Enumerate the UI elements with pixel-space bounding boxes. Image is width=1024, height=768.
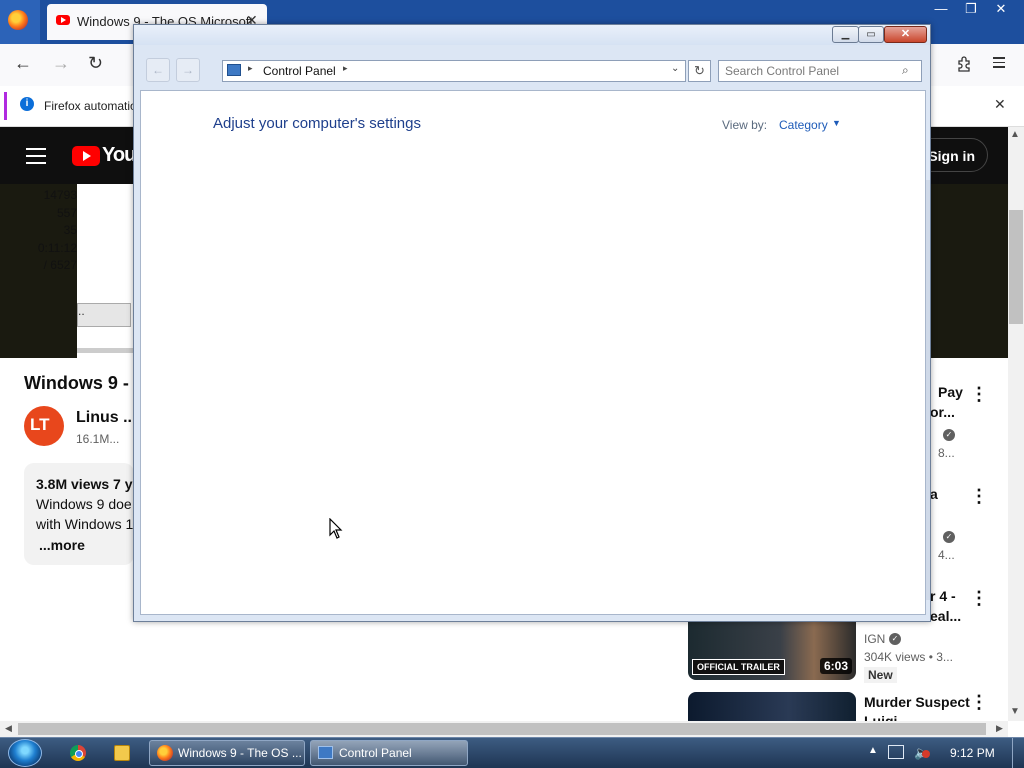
rec-title[interactable]: eal... <box>930 608 961 624</box>
muted-indicator-icon <box>922 750 930 758</box>
back-arrow-icon: ← <box>152 63 164 77</box>
video-title: Windows 9 - <box>24 373 129 393</box>
show-desktop-button[interactable] <box>1012 738 1024 768</box>
description-text: with Windows 1 <box>36 516 134 532</box>
back-icon[interactable]: ← <box>14 53 32 74</box>
stat-value: / 6527 <box>43 258 77 272</box>
horizontal-scrollbar-thumb[interactable] <box>18 723 986 735</box>
window-edge-shadow <box>926 180 930 600</box>
rec-channel[interactable]: IGN <box>864 632 885 646</box>
stats-for-nerds-panel <box>77 184 133 358</box>
page-title: Adjust your computer's settings <box>213 115 421 132</box>
network-icon[interactable] <box>888 745 904 759</box>
rec-title[interactable]: a <box>930 486 938 502</box>
firefox-icon <box>157 745 173 761</box>
file-explorer-icon[interactable] <box>114 745 130 761</box>
browser-maximize-button[interactable]: ❐ <box>956 0 986 18</box>
rec-meta: 8... <box>938 446 955 460</box>
search-icon[interactable]: ⌕ <box>902 63 909 78</box>
stat-value: 557 <box>56 206 77 220</box>
more-options-icon[interactable]: ⋮ <box>970 692 988 713</box>
channel-name[interactable]: Linus ... <box>76 409 136 427</box>
forward-button[interactable]: → <box>176 58 200 82</box>
reload-icon[interactable]: ↻ <box>88 53 103 74</box>
description-more-link[interactable]: ...more <box>39 537 85 553</box>
description-text: Windows 9 doe <box>36 496 132 512</box>
channel-avatar[interactable] <box>24 406 64 446</box>
channel-subscribers: 16.1M... <box>76 432 120 446</box>
notification-close-icon[interactable]: ✕ <box>994 96 1006 113</box>
notification-accent <box>4 92 7 120</box>
start-button[interactable] <box>8 739 42 767</box>
more-options-icon[interactable]: ⋮ <box>970 588 988 609</box>
rec-title[interactable]: Murder Suspect <box>864 694 970 710</box>
minimize-button[interactable]: ▁ <box>832 26 859 43</box>
tray-expand-icon[interactable]: ▲ <box>868 745 878 756</box>
hamburger-icon[interactable] <box>993 57 1005 68</box>
control-panel-titlebar[interactable] <box>134 25 930 45</box>
taskbar-control-panel-button[interactable]: Control Panel <box>310 740 468 766</box>
search-input[interactable] <box>718 60 922 82</box>
stat-value: 35 <box>63 223 77 237</box>
more-options-icon[interactable]: ⋮ <box>970 486 988 507</box>
youtube-logo-text[interactable]: You <box>102 144 136 167</box>
rec-meta: 4... <box>938 548 955 562</box>
new-badge: New <box>864 667 897 683</box>
stat-value: 14793 <box>43 188 77 202</box>
address-dropdown-icon[interactable]: ⌄ <box>671 63 679 74</box>
view-by-dropdown[interactable]: Category <box>779 118 828 132</box>
close-button[interactable]: ✕ <box>884 26 927 43</box>
stats-bar <box>77 348 133 353</box>
chrome-icon[interactable] <box>70 745 86 761</box>
description-views: 3.8M views 7 y <box>36 476 133 492</box>
forward-icon[interactable]: → <box>52 53 70 74</box>
back-button[interactable]: ← <box>146 58 170 82</box>
breadcrumb-chevron-icon[interactable]: ▸ <box>343 63 348 74</box>
rec-meta: 304K views • 3... <box>864 650 953 664</box>
more-options-icon[interactable]: ⋮ <box>970 384 988 405</box>
youtube-favicon-icon <box>56 15 70 25</box>
verified-icon: ✓ <box>943 531 955 543</box>
control-panel-icon <box>318 746 333 759</box>
scroll-left-icon[interactable]: ◀ <box>5 723 12 734</box>
control-panel-icon <box>227 64 241 76</box>
maximize-button[interactable]: ▭ <box>858 26 884 43</box>
youtube-logo-icon[interactable] <box>72 146 100 166</box>
mouse-cursor-icon <box>329 518 343 539</box>
rec-title[interactable]: r 4 - <box>930 588 956 604</box>
info-icon: i <box>20 97 34 111</box>
notification-text: Firefox automatio <box>44 99 137 113</box>
verified-icon: ✓ <box>943 429 955 441</box>
refresh-button[interactable]: ↻ <box>688 60 711 82</box>
browser-minimize-button[interactable]: — <box>926 0 956 18</box>
thumbnail-badge: OFFICIAL TRAILER <box>692 659 785 675</box>
verified-icon: ✓ <box>889 633 901 645</box>
scroll-down-icon[interactable]: ▼ <box>1010 706 1020 717</box>
rec-title[interactable]: Pay <box>938 384 963 400</box>
firefox-logo-icon <box>8 10 28 30</box>
scroll-right-icon[interactable]: ▶ <box>996 723 1003 734</box>
clock[interactable]: 9:12 PM <box>950 746 995 760</box>
forward-arrow-icon: → <box>182 63 194 77</box>
puzzle-icon[interactable] <box>956 56 972 72</box>
view-by-label: View by: <box>722 118 768 132</box>
video-duration: 6:03 <box>820 658 853 674</box>
breadcrumb-chevron-icon[interactable]: ▸ <box>248 63 253 74</box>
control-panel-content <box>140 90 926 615</box>
rec-title[interactable]: or... <box>930 404 955 420</box>
scroll-up-icon[interactable]: ▲ <box>1010 129 1020 140</box>
youtube-menu-icon[interactable] <box>26 148 46 169</box>
stat-value: 0:11:12 <box>37 241 77 255</box>
rec-title[interactable]: Luigi <box>864 713 897 721</box>
browser-close-button[interactable]: ✕ <box>986 0 1016 18</box>
dropdown-caret-icon[interactable]: ▼ <box>832 118 841 128</box>
breadcrumb-control-panel[interactable]: Control Panel <box>263 64 336 78</box>
stats-button[interactable]: .. <box>77 303 131 327</box>
page-scrollbar-thumb[interactable] <box>1009 210 1023 324</box>
video-thumbnail[interactable] <box>688 692 856 722</box>
